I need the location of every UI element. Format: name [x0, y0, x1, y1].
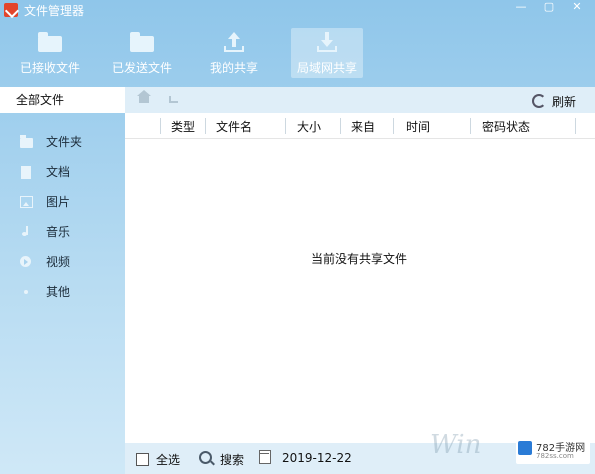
tab-label: 已发送文件 — [111, 61, 172, 75]
refresh-icon[interactable] — [532, 94, 546, 108]
sidebar-item-folders[interactable]: 文件夹 — [0, 127, 125, 157]
file-manager-window: 文件管理器 — ▢ ✕ 已接收文件 已发送文件 我的共享 局域网共享 全部文件 … — [0, 0, 595, 474]
column-separator — [285, 118, 286, 134]
maximize-button[interactable]: ▢ — [538, 0, 560, 14]
column-separator — [470, 118, 471, 134]
image-icon — [20, 196, 33, 208]
sent-folder-icon — [130, 32, 154, 52]
sidebar-item-documents[interactable]: 文档 — [0, 157, 125, 187]
sidebar-item-label: 图片 — [46, 195, 71, 209]
window-title: 文件管理器 — [24, 4, 85, 18]
column-header-from[interactable]: 来自 — [351, 118, 375, 135]
nav-bar: 刷新 — [125, 87, 595, 113]
minimize-button[interactable]: — — [510, 0, 532, 14]
tab-label: 我的共享 — [209, 61, 258, 75]
folder-icon — [20, 135, 33, 148]
received-folder-icon — [38, 32, 62, 52]
watermark-site-domain: 782ss.com — [536, 452, 574, 460]
received-files-tab[interactable]: 已接收文件 — [12, 28, 88, 78]
sidebar-item-all-files[interactable]: 全部文件 — [0, 87, 125, 113]
column-header-filename[interactable]: 文件名 — [216, 118, 252, 135]
sidebar-item-music[interactable]: 音乐 — [0, 217, 125, 247]
video-icon — [20, 256, 31, 267]
tab-label: 已接收文件 — [19, 61, 80, 75]
column-separator — [340, 118, 341, 134]
tab-label: 局域网共享 — [296, 61, 357, 75]
column-separator — [393, 118, 394, 134]
document-icon — [21, 166, 31, 179]
sidebar: 全部文件 文件夹 文档 图片 音乐 视频 其他 — [0, 87, 125, 474]
sidebar-item-label: 音乐 — [46, 225, 71, 239]
close-button[interactable]: ✕ — [566, 0, 588, 14]
column-header-type[interactable]: 类型 — [171, 118, 195, 135]
select-all-checkbox[interactable] — [136, 453, 149, 466]
watermark-win-logo: Win — [430, 430, 482, 460]
sidebar-item-label: 文件夹 — [46, 135, 83, 149]
sidebar-item-images[interactable]: 图片 — [0, 187, 125, 217]
search-button[interactable]: 搜索 — [220, 451, 244, 468]
refresh-button[interactable]: 刷新 — [552, 93, 576, 110]
file-list-panel: 刷新 类型 文件名 大小 来自 时间 密码状态 当前没有共享文件 — [125, 87, 595, 443]
upload-share-icon — [222, 32, 246, 52]
sidebar-item-label: 其他 — [46, 285, 71, 299]
app-logo-icon — [4, 3, 18, 17]
empty-state-message: 当前没有共享文件 — [311, 252, 408, 266]
my-shares-tab[interactable]: 我的共享 — [200, 28, 268, 78]
column-header-row: 类型 文件名 大小 来自 时间 密码状态 — [125, 114, 595, 139]
download-lan-icon — [315, 32, 339, 52]
column-separator — [205, 118, 206, 134]
column-separator — [575, 118, 576, 134]
sent-files-tab[interactable]: 已发送文件 — [104, 28, 180, 78]
watermark-site-badge: 782手游网 782ss.com — [516, 438, 590, 464]
column-header-time[interactable]: 时间 — [406, 118, 430, 135]
sidebar-item-other[interactable]: 其他 — [0, 277, 125, 307]
other-icon — [24, 290, 28, 294]
title-bar: 文件管理器 — ▢ ✕ — [0, 0, 595, 20]
sidebar-item-label: 视频 — [46, 255, 71, 269]
lan-shares-tab[interactable]: 局域网共享 — [291, 28, 363, 78]
sidebar-item-video[interactable]: 视频 — [0, 247, 125, 277]
music-icon — [22, 226, 30, 236]
column-separator — [160, 118, 161, 134]
back-icon[interactable] — [169, 96, 178, 103]
search-icon[interactable] — [199, 451, 212, 464]
sidebar-item-label: 文档 — [46, 165, 71, 179]
date-value[interactable]: 2019-12-22 — [282, 451, 352, 465]
home-icon[interactable] — [137, 90, 151, 103]
select-all-label[interactable]: 全选 — [156, 451, 180, 468]
column-header-password-status[interactable]: 密码状态 — [482, 118, 530, 135]
site-logo-icon — [518, 441, 532, 455]
toolbar: 已接收文件 已发送文件 我的共享 局域网共享 — [0, 22, 595, 78]
calendar-icon[interactable] — [259, 450, 271, 464]
column-header-size[interactable]: 大小 — [297, 118, 321, 135]
